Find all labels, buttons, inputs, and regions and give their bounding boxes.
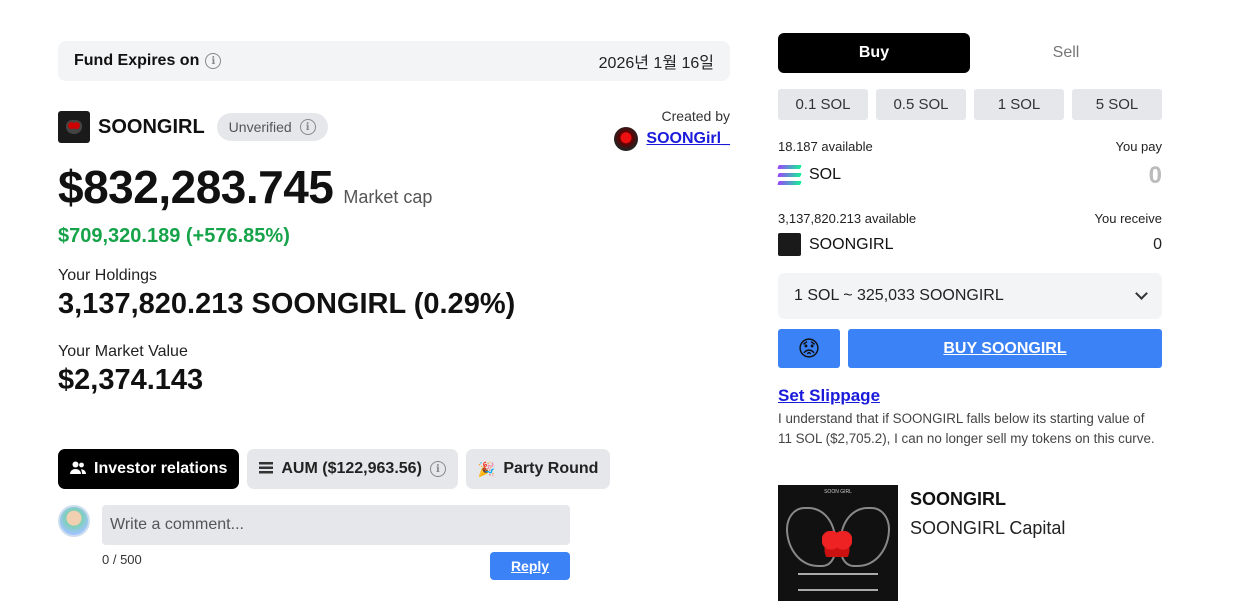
info-icon[interactable]: i xyxy=(205,53,222,69)
info-icon[interactable]: i xyxy=(429,461,446,477)
buy-tab[interactable]: Buy xyxy=(778,33,970,73)
chevron-down-icon xyxy=(1135,287,1148,300)
holdings-value: 3,137,820.213 SOONGIRL (0.29%) xyxy=(58,288,516,320)
token-logo xyxy=(778,233,801,256)
reply-button[interactable]: Reply xyxy=(490,552,570,580)
receive-amount: 0 xyxy=(1153,236,1162,253)
price-change: $709,320.189 (+576.85%) xyxy=(58,225,290,247)
unverified-badge: Unverified i xyxy=(216,113,328,141)
user-avatar xyxy=(58,505,90,537)
fund-card-subtitle: SOONGIRL Capital xyxy=(910,518,1066,538)
solana-icon xyxy=(777,165,802,185)
rate-text: 1 SOL ~ 325,033 SOONGIRL xyxy=(794,287,1004,304)
tab-label: AUM ($122,963.56) xyxy=(281,460,422,477)
buy-token-button[interactable]: BUY SOONGIRL xyxy=(848,329,1162,368)
amount-preset-button[interactable]: 0.5 SOL xyxy=(876,89,966,120)
token-logo xyxy=(58,111,90,143)
token-name: SOONGIRL xyxy=(98,115,205,138)
amount-preset-button[interactable]: 5 SOL xyxy=(1072,89,1162,120)
heart-icon xyxy=(822,531,852,557)
unverified-label: Unverified xyxy=(228,119,292,135)
tab-investor-relations[interactable]: Investor relations xyxy=(58,449,240,489)
fund-card-title: SOONGIRL xyxy=(910,489,1007,509)
amount-preset-button[interactable]: 0.1 SOL xyxy=(778,89,868,120)
fund-cover-text: SOON GIRL xyxy=(824,489,852,495)
created-by-label: Created by xyxy=(661,108,730,124)
token-header: SOONGIRL Unverified i xyxy=(58,111,328,143)
pay-token-row: SOL xyxy=(777,165,842,185)
decorative-spikes xyxy=(798,573,878,591)
tab-bar: Investor relations AUM ($122,963.56) i 🎉… xyxy=(58,449,611,489)
tab-label: Party Round xyxy=(503,460,599,477)
creator-avatar[interactable] xyxy=(614,127,639,151)
info-icon[interactable]: i xyxy=(299,119,316,135)
fund-expires-bar: Fund Expires on i 2026년 1월 16일 xyxy=(58,41,730,81)
fund-expires-label: Fund Expires on xyxy=(74,52,200,69)
fund-card[interactable]: SOON GIRL SOONGIRL SOONGIRL Capital xyxy=(778,485,1065,601)
market-value-label: Your Market Value xyxy=(58,343,188,360)
creator-block: Created by SOONGirl_ xyxy=(614,108,730,151)
creator-link[interactable]: SOONGirl_ xyxy=(646,130,730,148)
party-popper-icon: 🎉 xyxy=(477,460,496,477)
preset-amounts: 0.1 SOL 0.5 SOL 1 SOL 5 SOL xyxy=(778,89,1162,120)
tab-aum[interactable]: AUM ($122,963.56) i xyxy=(247,449,458,489)
you-pay-label: You pay xyxy=(1115,139,1162,154)
market-cap-label: Market cap xyxy=(343,187,433,207)
rate-dropdown[interactable]: 1 SOL ~ 325,033 SOONGIRL xyxy=(778,273,1162,319)
fund-expires-date: 2026년 1월 16일 xyxy=(598,55,714,72)
amount-preset-button[interactable]: 1 SOL xyxy=(974,89,1064,120)
market-cap-value: $832,283.745 xyxy=(58,161,334,213)
fund-card-info: SOONGIRL SOONGIRL Capital xyxy=(910,485,1065,601)
tab-party-round[interactable]: 🎉 Party Round xyxy=(465,449,611,489)
you-receive-label: You receive xyxy=(1094,211,1162,226)
set-slippage-link[interactable]: Set Slippage xyxy=(778,386,880,406)
comment-input[interactable] xyxy=(102,505,570,545)
trade-toggle: Buy Sell xyxy=(778,33,1162,73)
receive-token-name: SOONGIRL xyxy=(809,235,894,253)
holdings-label: Your Holdings xyxy=(58,267,158,284)
fund-expires-label-group: Fund Expires on i xyxy=(74,52,222,70)
market-cap-row: $832,283.745 Market cap xyxy=(58,160,432,214)
creator-link-row: SOONGirl_ xyxy=(614,127,730,151)
pay-amount-input[interactable]: 0 xyxy=(1149,162,1162,190)
pay-available: 18.187 available xyxy=(778,139,873,154)
market-value-value: $2,374.143 xyxy=(58,364,204,396)
tab-label: Investor relations xyxy=(94,460,228,477)
stack-icon xyxy=(259,461,274,477)
fund-cover-image: SOON GIRL xyxy=(778,485,898,601)
comment-char-counter: 0 / 500 xyxy=(102,552,142,567)
pay-token-name: SOL xyxy=(809,166,842,183)
sell-tab[interactable]: Sell xyxy=(970,33,1162,73)
sentiment-emoji-button[interactable]: 😟 xyxy=(778,329,840,368)
receive-token-row: SOONGIRL xyxy=(778,233,893,256)
slippage-disclaimer: I understand that if SOONGIRL falls belo… xyxy=(778,411,1155,446)
receive-available: 3,137,820.213 available xyxy=(778,211,917,226)
users-icon xyxy=(70,461,86,478)
